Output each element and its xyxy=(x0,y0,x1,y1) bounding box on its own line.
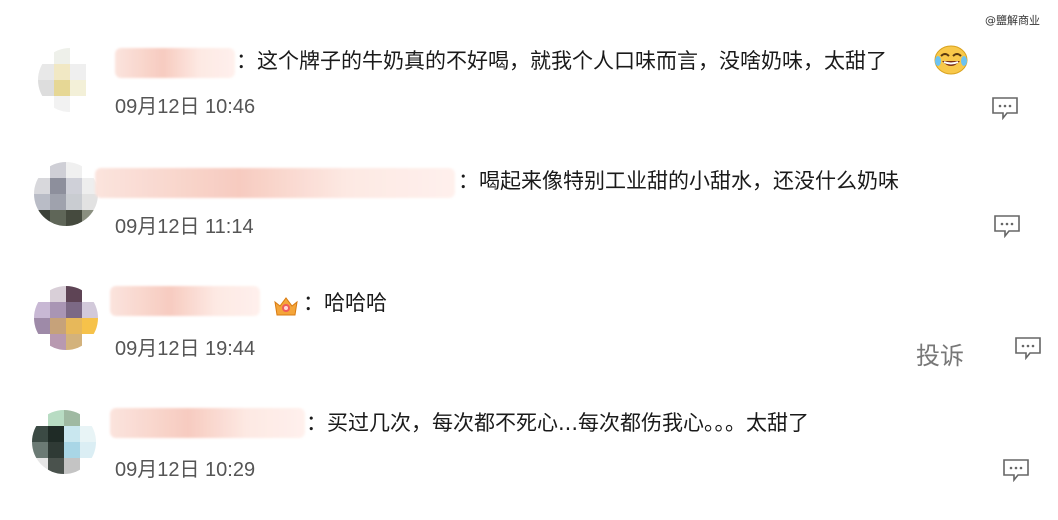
comment-icon[interactable] xyxy=(1002,458,1030,482)
avatar[interactable] xyxy=(38,48,102,112)
username-blurred[interactable] xyxy=(110,286,260,316)
comment-icon[interactable] xyxy=(991,96,1019,120)
avatar[interactable] xyxy=(34,162,98,226)
comment-text: ：喝起来像特别工业甜的小甜水，还没什么奶味 xyxy=(458,169,899,193)
laughing-tears-emoji xyxy=(934,45,968,75)
comment-text: ：买过几次，每次都不死心...每次都伤我心。。。太甜了 xyxy=(306,411,810,435)
comment-item: ：哈哈哈 09月12日 19:44 投诉 xyxy=(0,280,1058,400)
report-button[interactable]: 投诉 xyxy=(916,336,964,371)
comment-timestamp: 09月12日 10:29 xyxy=(115,459,256,481)
comment-text: ：这个牌子的牛奶真的不好喝，就我个人口味而言，没啥奶味，太甜了 xyxy=(236,49,887,73)
comment-item: ：喝起来像特别工业甜的小甜水，还没什么奶味 09月12日 11:14 xyxy=(0,160,1058,280)
username-blurred[interactable] xyxy=(95,168,455,198)
comment-item: ：买过几次，每次都不死心...每次都伤我心。。。太甜了 09月12日 10:29 xyxy=(0,400,1058,520)
watermark: @鹽解商业 xyxy=(985,14,1040,27)
crown-badge-icon xyxy=(274,297,298,316)
comment-timestamp: 09月12日 11:14 xyxy=(115,216,254,238)
username-blurred[interactable] xyxy=(110,408,305,438)
avatar[interactable] xyxy=(32,410,96,474)
avatar[interactable] xyxy=(34,286,98,350)
comment-icon[interactable] xyxy=(993,214,1021,238)
comment-text: ：哈哈哈 xyxy=(303,291,387,315)
comment-timestamp: 09月12日 10:46 xyxy=(115,96,256,118)
comment-item: ：这个牌子的牛奶真的不好喝，就我个人口味而言，没啥奶味，太甜了 09月12日 1… xyxy=(0,40,1058,160)
username-blurred[interactable] xyxy=(115,48,235,78)
comment-timestamp: 09月12日 19:44 xyxy=(115,338,256,360)
comment-icon[interactable] xyxy=(1014,336,1042,360)
